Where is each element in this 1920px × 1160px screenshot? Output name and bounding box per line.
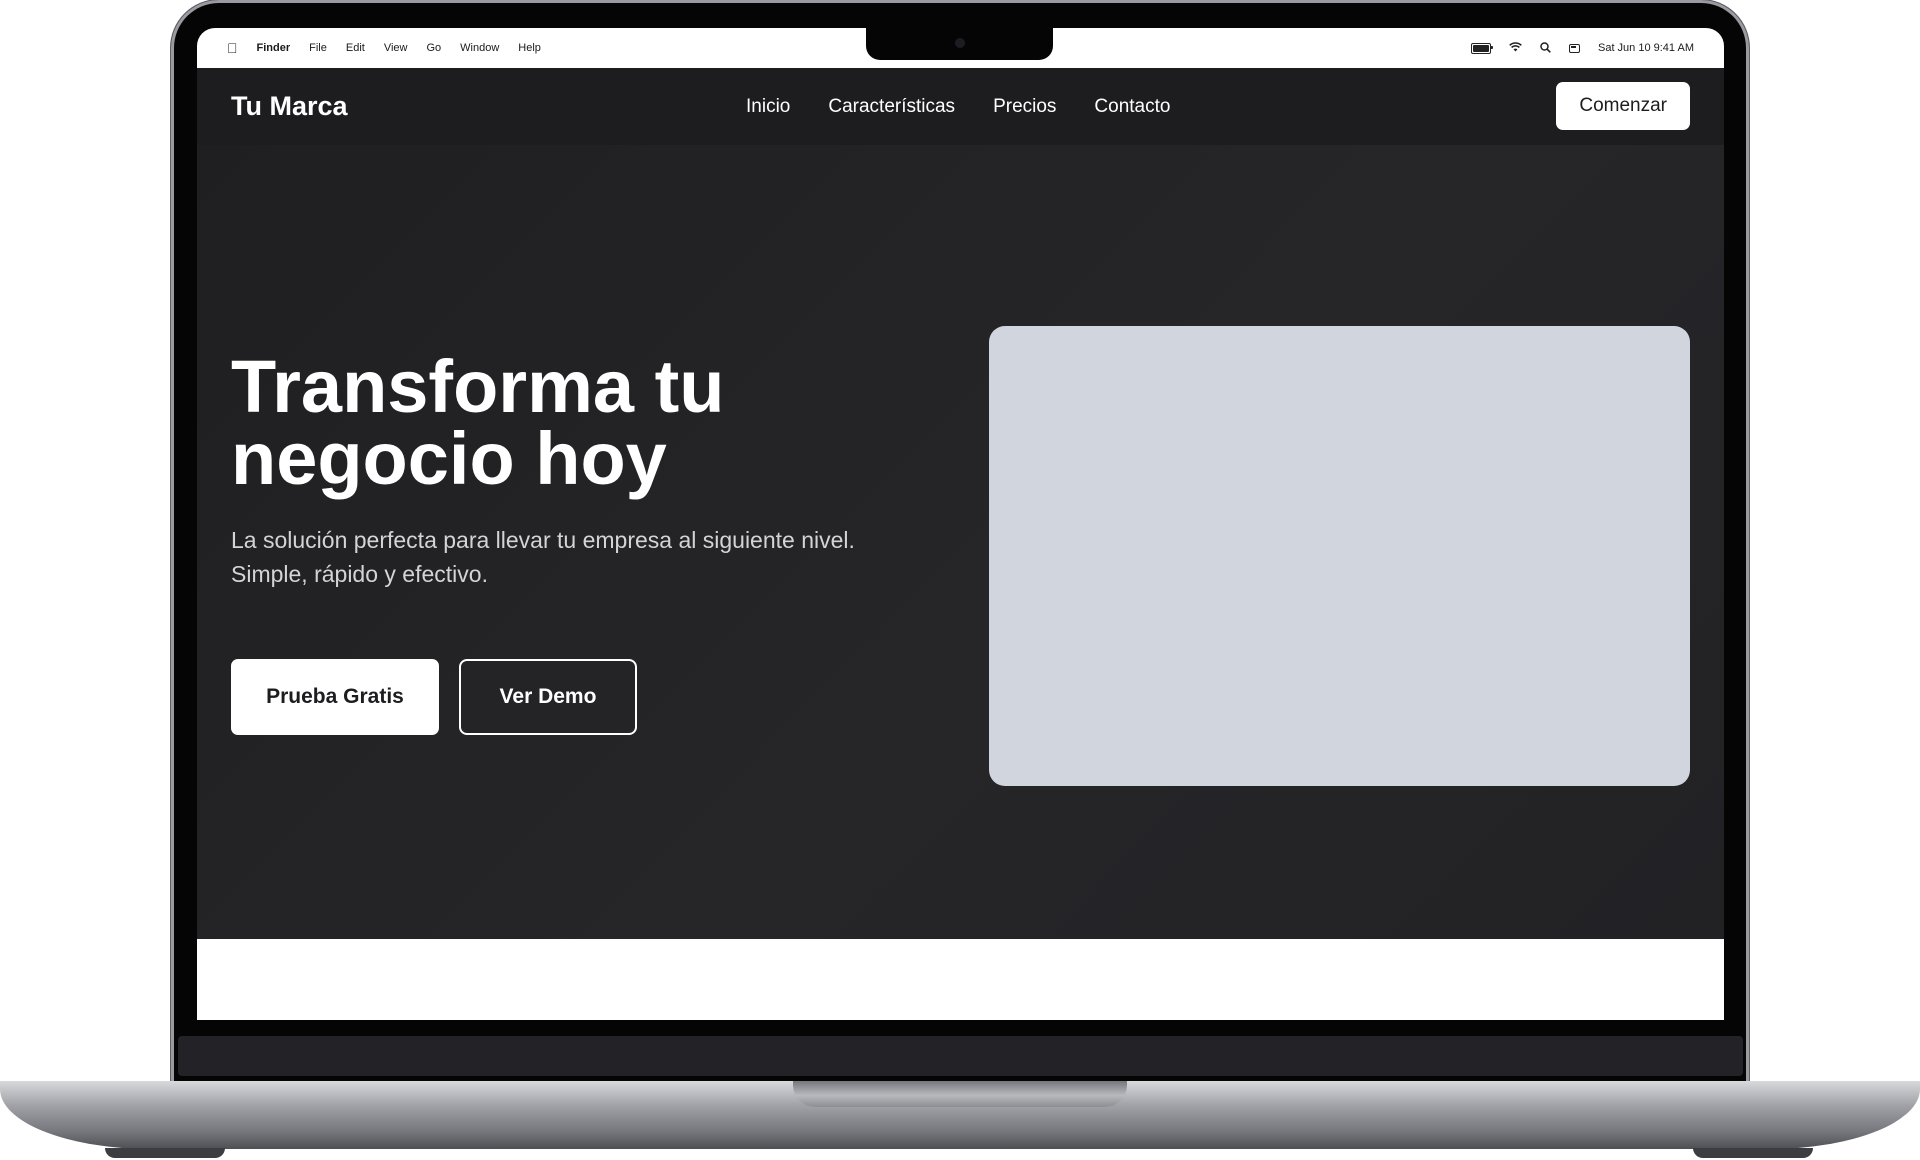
- nav-links: Inicio Características Precios Contacto: [746, 68, 1170, 145]
- menu-window[interactable]: Window: [460, 42, 499, 54]
- hero-section: Transforma tu negocio hoy La solución pe…: [197, 145, 1724, 939]
- menu-view[interactable]: View: [384, 42, 408, 54]
- hero-image-placeholder: [989, 326, 1690, 786]
- hero-subtitle: La solución perfecta para llevar tu empr…: [231, 527, 855, 587]
- site-navbar: Tu Marca Inicio Características Precios …: [197, 68, 1724, 145]
- menu-app-name[interactable]: Finder: [257, 42, 291, 54]
- brand-logo[interactable]: Tu Marca: [231, 91, 348, 122]
- battery-icon[interactable]: [1470, 42, 1493, 54]
- nav-link-precios[interactable]: Precios: [993, 96, 1056, 118]
- ver-demo-button[interactable]: Ver Demo: [459, 659, 637, 735]
- menu-go[interactable]: Go: [426, 42, 441, 54]
- nav-link-inicio[interactable]: Inicio: [746, 96, 790, 118]
- laptop-screen:  Finder File Edit View Go Window Help S…: [197, 28, 1724, 1020]
- menu-help[interactable]: Help: [518, 42, 541, 54]
- menu-file[interactable]: File: [309, 42, 327, 54]
- menu-edit[interactable]: Edit: [346, 42, 365, 54]
- laptop-foot-left: [105, 1148, 225, 1158]
- laptop-foot-right: [1693, 1148, 1813, 1158]
- nav-link-caracteristicas[interactable]: Características: [828, 96, 955, 118]
- apple-icon[interactable]: : [227, 41, 238, 55]
- laptop-chin: [178, 1036, 1743, 1076]
- prueba-gratis-button[interactable]: Prueba Gratis: [231, 659, 439, 735]
- control-center-icon[interactable]: [1568, 43, 1580, 53]
- next-section: [197, 939, 1724, 1020]
- camera-notch: [866, 28, 1053, 60]
- comenzar-button[interactable]: Comenzar: [1556, 82, 1690, 130]
- search-icon[interactable]: [1540, 41, 1551, 55]
- menu-datetime[interactable]: Sat Jun 10 9:41 AM: [1598, 42, 1694, 54]
- wifi-icon[interactable]: [1509, 42, 1522, 54]
- camera-icon: [955, 38, 965, 48]
- nav-link-contacto[interactable]: Contacto: [1094, 96, 1170, 118]
- laptop-opening-notch: [793, 1081, 1127, 1107]
- hero-title: Transforma tu negocio hoy: [231, 345, 725, 500]
